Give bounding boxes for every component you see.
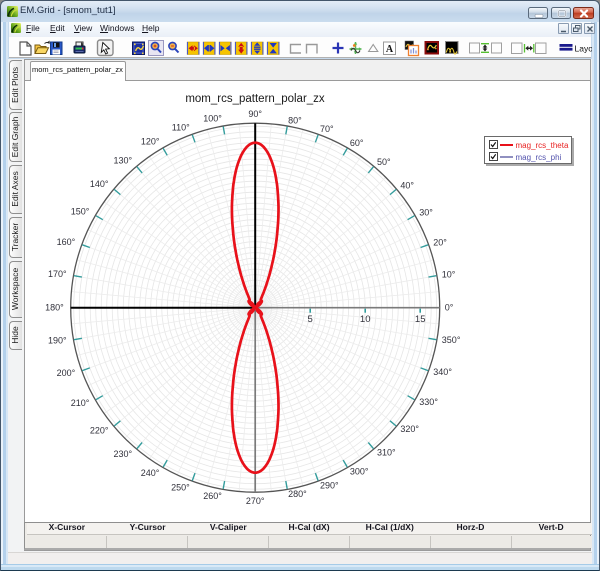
svg-text:30°: 30° [419,208,433,218]
svg-text:10°: 10° [442,269,456,279]
svg-text:350°: 350° [442,335,461,345]
svg-text:220°: 220° [90,425,109,435]
svg-text:15: 15 [415,314,426,325]
svg-text:60°: 60° [350,138,364,148]
svg-text:280°: 280° [288,489,307,499]
svg-text:150°: 150° [71,207,90,217]
svg-text:240°: 240° [141,468,160,478]
svg-text:90°: 90° [248,109,262,119]
svg-text:0°: 0° [445,302,454,312]
svg-text:170°: 170° [48,269,67,279]
svg-text:290°: 290° [320,480,339,490]
svg-text:260°: 260° [203,491,222,501]
svg-text:210°: 210° [71,398,90,408]
svg-text:100°: 100° [203,114,222,124]
svg-text:70°: 70° [320,124,334,134]
svg-text:160°: 160° [57,237,76,247]
svg-text:5: 5 [308,314,313,325]
svg-text:50°: 50° [377,157,391,167]
svg-text:270°: 270° [246,496,265,506]
svg-text:180°: 180° [45,302,64,312]
svg-text:190°: 190° [48,336,67,346]
svg-text:300°: 300° [350,466,369,476]
svg-text:20°: 20° [433,238,447,248]
svg-text:230°: 230° [113,449,132,459]
svg-text:130°: 130° [113,156,132,166]
svg-text:140°: 140° [90,179,109,189]
svg-text:10: 10 [360,314,371,325]
svg-text:320°: 320° [400,424,419,434]
svg-text:40°: 40° [400,181,414,191]
svg-text:330°: 330° [419,397,438,407]
svg-text:310°: 310° [377,448,396,458]
svg-text:200°: 200° [57,368,76,378]
svg-text:110°: 110° [172,122,190,132]
svg-text:80°: 80° [288,116,302,126]
svg-text:340°: 340° [433,367,452,377]
svg-text:250°: 250° [171,482,190,492]
svg-text:120°: 120° [141,137,160,147]
